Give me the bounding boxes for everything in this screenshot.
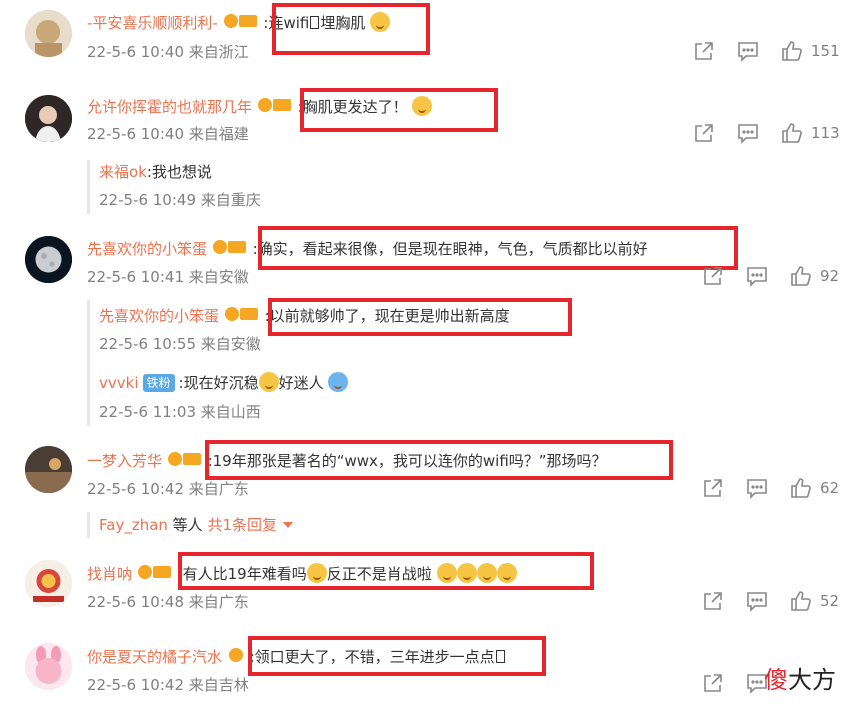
username-link[interactable]: 找肖呐 (87, 565, 132, 583)
avatar[interactable] (25, 446, 72, 493)
comment-icon[interactable] (737, 122, 759, 144)
comment-meta: 22-5-6 10:40 来自浙江 (87, 43, 249, 61)
highlight-box (258, 226, 738, 270)
comment-meta: 22-5-6 10:48 来自广东 (87, 593, 249, 611)
share-icon[interactable] (693, 122, 715, 144)
share-icon[interactable] (702, 265, 724, 287)
highlight-box (268, 298, 572, 336)
emoji-icon (258, 372, 279, 392)
username-link[interactable]: 先喜欢你的小笨蛋 (99, 307, 219, 325)
like-count: 52 (820, 592, 840, 610)
comment-actions: 92 (702, 265, 839, 287)
watermark: 傻大方 (764, 666, 836, 694)
highlight-box (205, 440, 673, 480)
username-link[interactable]: 允许你挥霍的也就那几年 (87, 98, 252, 116)
reply-meta: 22-5-6 10:49 来自重庆 (99, 191, 261, 209)
vip-badge-icon (167, 450, 203, 473)
thumbs-up-icon[interactable] (781, 122, 803, 144)
thumbs-up-icon[interactable] (781, 40, 803, 62)
username-link[interactable]: 先喜欢你的小笨蛋 (87, 240, 207, 258)
avatar[interactable] (25, 643, 72, 690)
comment-icon[interactable] (746, 590, 768, 612)
reply-meta: 22-5-6 10:55 来自安徽 (99, 335, 261, 353)
avatar[interactable] (25, 560, 72, 607)
comment-actions (702, 672, 768, 694)
share-icon[interactable] (693, 40, 715, 62)
username-link[interactable]: -平安喜乐顺顺利利- (87, 14, 218, 32)
like-count: 92 (820, 267, 840, 285)
highlight-box (272, 3, 430, 55)
reply-divider (87, 160, 90, 214)
like-count: 151 (811, 42, 840, 60)
comment-icon[interactable] (746, 265, 768, 287)
fan-badge: 铁粉 (142, 374, 175, 392)
avatar[interactable] (25, 95, 72, 142)
reply-text: :我也想说 (146, 163, 212, 181)
chevron-down-icon[interactable] (282, 516, 294, 534)
reply-divider (87, 512, 90, 538)
vip-badge-icon (223, 12, 259, 35)
share-icon[interactable] (702, 672, 724, 694)
reply-divider (87, 300, 90, 426)
comment-icon[interactable] (737, 40, 759, 62)
comment-actions: 62 (702, 477, 839, 499)
username-link[interactable]: vvvki (99, 374, 139, 392)
share-icon[interactable] (702, 590, 724, 612)
highlight-box (178, 552, 594, 590)
vip-badge-icon (137, 563, 173, 586)
username-link[interactable]: 你是夏天的橘子汽水 (87, 648, 222, 666)
more-replies: Fay_zhan 等人 共1条回复 (99, 515, 294, 535)
comment-actions: 113 (693, 122, 840, 144)
comment-actions: 151 (693, 40, 840, 62)
avatar[interactable] (25, 10, 72, 57)
comment-meta: 22-5-6 10:42 来自吉林 (87, 676, 249, 694)
comment-actions: 52 (702, 590, 839, 612)
reply-line: vvvki 铁粉:现在好沉稳 好迷人 (99, 372, 349, 393)
avatar[interactable] (25, 236, 72, 283)
thumbs-up-icon[interactable] (790, 590, 812, 612)
highlight-box (248, 636, 546, 676)
reply-meta: 22-5-6 11:03 来自山西 (99, 403, 261, 421)
view-replies-link[interactable]: 共1条回复 (207, 516, 277, 534)
reply-text: :现在好沉稳 好迷人 (178, 372, 324, 392)
reply-line: 来福ok:我也想说 (99, 162, 212, 182)
vip-badge-icon (257, 96, 293, 119)
comment-meta: 22-5-6 10:40 来自福建 (87, 125, 249, 143)
like-count: 62 (820, 479, 840, 497)
thumbs-up-icon[interactable] (790, 477, 812, 499)
username-link[interactable]: Fay_zhan (99, 516, 168, 534)
comment-meta: 22-5-6 10:42 来自广东 (87, 480, 249, 498)
like-count: 113 (811, 124, 840, 142)
comment-meta: 22-5-6 10:41 来自安徽 (87, 268, 249, 286)
vip-badge-icon (224, 305, 260, 328)
vip-badge-icon (212, 238, 248, 261)
share-icon[interactable] (702, 477, 724, 499)
username-link[interactable]: 来福ok (99, 163, 147, 181)
vip-badge-icon (227, 646, 245, 669)
emoji-icon (328, 372, 349, 392)
thumbs-up-icon[interactable] (790, 265, 812, 287)
username-link[interactable]: 一梦入芳华 (87, 452, 162, 470)
highlight-box (300, 88, 498, 132)
comment-icon[interactable] (746, 477, 768, 499)
